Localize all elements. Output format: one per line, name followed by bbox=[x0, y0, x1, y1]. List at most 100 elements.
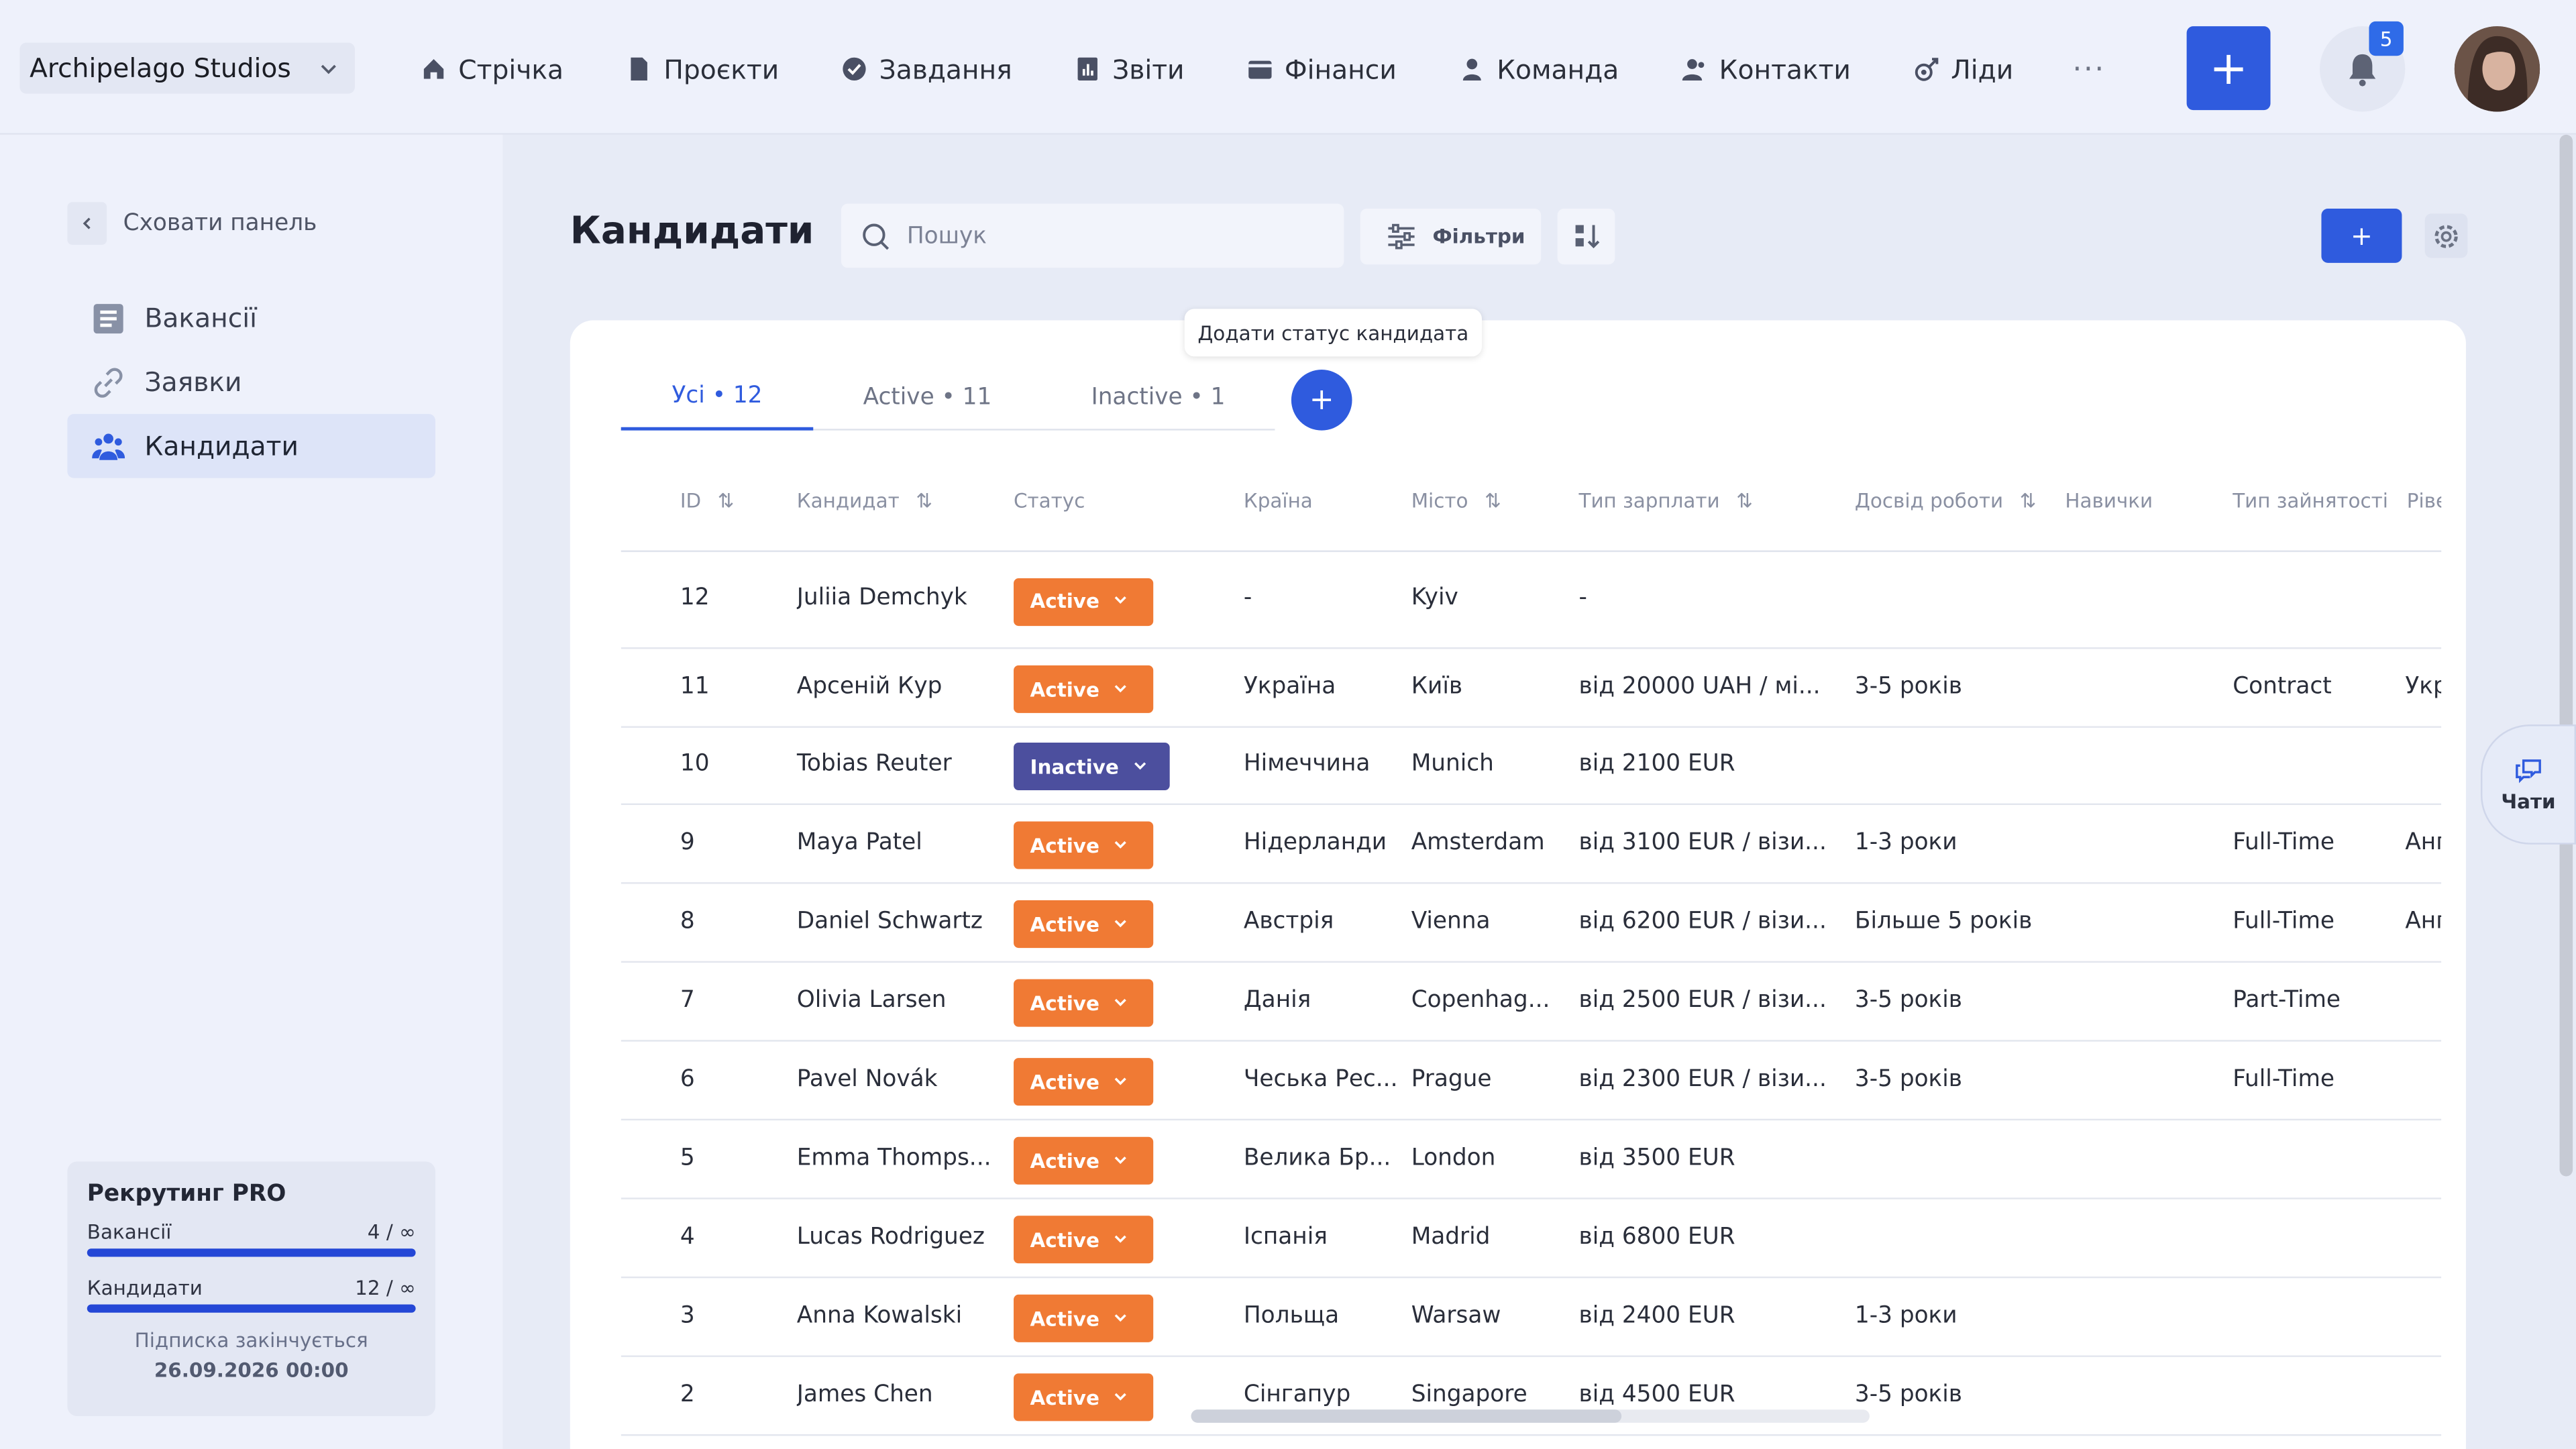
cell-id-text: 2 bbox=[680, 1381, 695, 1407]
tab-inactive[interactable]: Inactive • 1 bbox=[1042, 365, 1275, 431]
plan-vacancies-value: 4 / ∞ bbox=[367, 1220, 416, 1244]
sidebar-item-candidates[interactable]: Кандидати bbox=[67, 414, 435, 478]
chats-button[interactable]: Чати bbox=[2480, 724, 2576, 845]
nav-item-finance[interactable]: Фінанси bbox=[1247, 48, 1397, 91]
cell-id-text: 8 bbox=[680, 908, 695, 934]
cell-candidate-name[interactable]: Daniel Schwartz bbox=[796, 908, 1002, 934]
cell-country-text: Україна bbox=[1243, 672, 1336, 700]
plan-vacancies-row: Вакансії 4 / ∞ bbox=[87, 1221, 416, 1244]
table-row[interactable]: 12 Juliia Demchyk Active - Kyiv - bbox=[621, 553, 2442, 649]
avatar-photo bbox=[2454, 26, 2540, 112]
chevron-down-icon bbox=[1113, 1228, 1129, 1251]
add-candidate-button[interactable]: + bbox=[2321, 209, 2402, 263]
cell-id[interactable]: 6 bbox=[680, 1065, 746, 1092]
cell-candidate-name[interactable]: Emma Thomps... bbox=[796, 1144, 1002, 1171]
cell-id[interactable]: 2 bbox=[680, 1381, 746, 1407]
cell-country-text: - bbox=[1243, 584, 1252, 612]
nav-item-contacts[interactable]: Контакти bbox=[1681, 48, 1851, 91]
status-dropdown[interactable]: Active bbox=[1014, 1136, 1154, 1185]
people-icon bbox=[92, 433, 125, 460]
cell-id-text: 12 bbox=[680, 584, 710, 612]
tab-all[interactable]: Усі • 12 bbox=[621, 365, 814, 431]
cell-id[interactable]: 4 bbox=[680, 1223, 746, 1250]
cell-id[interactable]: 3 bbox=[680, 1301, 746, 1329]
status-dropdown[interactable]: Active bbox=[1014, 1373, 1154, 1421]
table-row[interactable]: 9 Maya Patel Active Нідерланди Amsterdam від … bbox=[621, 806, 2442, 884]
cell-candidate-name[interactable]: Anna Kowalski bbox=[796, 1301, 1002, 1329]
scrollbar-thumb[interactable] bbox=[1191, 1409, 1622, 1423]
cell-candidate-name-text: Anna Kowalski bbox=[796, 1301, 963, 1329]
table-row[interactable]: 6 Pavel Novák Active Чеська Рес... Prague від… bbox=[621, 1043, 2442, 1121]
status-dropdown[interactable]: Active bbox=[1014, 1294, 1154, 1342]
table-row[interactable]: 3 Anna Kowalski Active Польща Warsaw від 2400… bbox=[621, 1280, 2442, 1357]
cell-candidate-name[interactable]: Olivia Larsen bbox=[796, 986, 1002, 1013]
sidebar-item-vacancies[interactable]: Вакансії bbox=[67, 286, 435, 350]
nav-item-projects[interactable]: Проєкти bbox=[626, 48, 779, 91]
cell-city-text: Madrid bbox=[1411, 1223, 1491, 1250]
search-input[interactable]: Пошук bbox=[841, 203, 1344, 268]
status-dropdown[interactable]: Active bbox=[1014, 900, 1154, 949]
tab-active[interactable]: Active • 11 bbox=[813, 365, 1041, 431]
status-dropdown[interactable]: Inactive bbox=[1014, 742, 1170, 790]
column-header-experience[interactable]: Досвід роботи ⇅ bbox=[1855, 490, 2036, 513]
global-add-button[interactable]: + bbox=[2186, 26, 2271, 111]
cell-id[interactable]: 11 bbox=[680, 672, 746, 700]
horizontal-scrollbar[interactable] bbox=[1191, 1409, 1870, 1423]
plan-candidates-bar bbox=[87, 1304, 416, 1313]
column-label: ID bbox=[680, 489, 702, 513]
table-row[interactable]: 2 James Chen Active Сінгапур Singapore від 45… bbox=[621, 1358, 2442, 1436]
more-menu-button[interactable]: ··· bbox=[2072, 48, 2105, 91]
cell-id[interactable]: 5 bbox=[680, 1144, 746, 1171]
status-dropdown[interactable]: Active bbox=[1014, 1216, 1154, 1264]
cell-id[interactable]: 10 bbox=[680, 749, 746, 777]
cell-experience-text: 1-3 роки bbox=[1854, 1301, 1957, 1329]
nav-item-team[interactable]: Команда bbox=[1459, 48, 1619, 91]
sidebar-item-applications[interactable]: Заявки bbox=[67, 350, 435, 415]
nav-item-reports[interactable]: Звіти bbox=[1075, 48, 1185, 91]
add-status-button[interactable]: + bbox=[1291, 370, 1352, 431]
cell-candidate-name[interactable]: Арсеній Кур bbox=[796, 672, 1002, 700]
cell-id[interactable]: 7 bbox=[680, 986, 746, 1013]
nav-item-leads[interactable]: Ліди bbox=[1913, 48, 2013, 91]
filters-button[interactable]: Фільтри bbox=[1360, 209, 1542, 265]
cell-city-text: Київ bbox=[1411, 672, 1463, 700]
status-dropdown[interactable]: Active bbox=[1014, 577, 1154, 625]
company-selector[interactable]: Archipelago Studios bbox=[19, 42, 355, 94]
column-header-salary-type[interactable]: Тип зарплати ⇅ bbox=[1578, 490, 1752, 513]
status-dropdown[interactable]: Active bbox=[1014, 979, 1154, 1027]
table-row[interactable]: 7 Olivia Larsen Active Данія Copenhag... від … bbox=[621, 965, 2442, 1042]
table-row[interactable]: 4 Lucas Rodriguez Active Іспанія Madrid від 6… bbox=[621, 1201, 2442, 1279]
sort-button[interactable] bbox=[1557, 209, 1615, 265]
cell-id[interactable]: 8 bbox=[680, 908, 746, 934]
nav-label: Звіти bbox=[1112, 53, 1185, 85]
table-row[interactable]: 5 Emma Thomps... Active Велика Бр... London в… bbox=[621, 1122, 2442, 1199]
settings-button[interactable] bbox=[2424, 213, 2468, 258]
cell-candidate-name[interactable]: Lucas Rodriguez bbox=[796, 1223, 1002, 1250]
cell-candidate-name[interactable]: Maya Patel bbox=[796, 828, 1002, 855]
cell-candidate-name[interactable]: Juliia Demchyk bbox=[796, 584, 1002, 612]
cell-salary-type-text: від 6800 EUR bbox=[1578, 1223, 1735, 1250]
nav-item-tasks[interactable]: Завдання bbox=[841, 48, 1012, 91]
cell-candidate-name[interactable]: Pavel Novák bbox=[796, 1065, 1002, 1092]
cell-city: Amsterdam bbox=[1411, 829, 1568, 855]
user-avatar[interactable] bbox=[2454, 26, 2540, 112]
hide-panel-button[interactable]: Сховати панель bbox=[67, 202, 317, 245]
vertical-scrollbar[interactable] bbox=[2559, 134, 2573, 1177]
column-header-candidate[interactable]: Кандидат ⇅ bbox=[797, 490, 932, 513]
sort-arrows-icon: ⇅ bbox=[916, 489, 932, 513]
nav-item-feed[interactable]: Стрічка bbox=[421, 48, 564, 91]
status-dropdown[interactable]: Active bbox=[1014, 821, 1154, 869]
column-header-city[interactable]: Місто ⇅ bbox=[1411, 490, 1501, 513]
cell-id[interactable]: 12 bbox=[680, 584, 746, 612]
cell-candidate-name[interactable]: Tobias Reuter bbox=[796, 749, 1002, 777]
status-dropdown[interactable]: Active bbox=[1014, 665, 1154, 713]
cell-candidate-name[interactable]: James Chen bbox=[796, 1381, 1002, 1407]
cell-city: Kyiv bbox=[1411, 585, 1568, 611]
table-row[interactable]: 11 Арсеній Кур Active Україна Київ від 20000 … bbox=[621, 651, 2442, 728]
status-dropdown[interactable]: Active bbox=[1014, 1058, 1154, 1106]
cell-id[interactable]: 9 bbox=[680, 828, 746, 855]
column-header-id[interactable]: ID ⇅ bbox=[680, 490, 734, 513]
chevron-down-icon bbox=[1113, 834, 1129, 857]
table-row[interactable]: 10 Tobias Reuter Inactive Німеччина Munich ві… bbox=[621, 728, 2442, 806]
table-row[interactable]: 8 Daniel Schwartz Active Австрія Vienna від 6… bbox=[621, 885, 2442, 963]
